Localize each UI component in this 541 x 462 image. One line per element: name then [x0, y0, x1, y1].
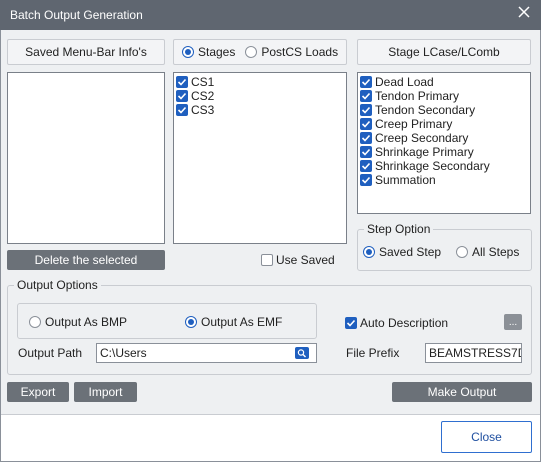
checkbox-checked[interactable]: [176, 104, 188, 116]
radio-stages-label: Stages: [198, 45, 236, 59]
saved-menu-header-label: Saved Menu-Bar Info's: [25, 45, 147, 59]
lcase-list[interactable]: Dead Load Tendon Primary Tendon Secondar…: [357, 72, 531, 214]
output-path-label: Output Path: [18, 346, 83, 360]
lcase-label: Shrinkage Primary: [375, 145, 474, 159]
checkbox-checked[interactable]: [176, 90, 188, 102]
stage-label: CS2: [191, 89, 215, 103]
export-button[interactable]: Export: [7, 382, 69, 402]
lcase-header-label: Stage LCase/LComb: [388, 45, 500, 59]
file-prefix-input[interactable]: BEAMSTRESS7D(: [425, 343, 522, 363]
radio-output-emf-indicator: [185, 316, 197, 328]
list-item[interactable]: CS1: [174, 75, 346, 89]
lcase-label: Dead Load: [375, 75, 434, 89]
radio-postcs-indicator: [245, 46, 258, 58]
delete-selected-button[interactable]: Delete the selected: [7, 250, 165, 270]
step-option-title: Step Option: [364, 222, 434, 236]
checkbox-checked[interactable]: [360, 174, 372, 186]
window-title: Batch Output Generation: [10, 8, 143, 22]
radio-postcs-loads[interactable]: PostCS Loads: [245, 45, 338, 59]
lcase-label: Creep Primary: [375, 117, 453, 131]
make-output-button[interactable]: Make Output: [392, 382, 532, 402]
radio-postcs-label: PostCS Loads: [261, 45, 339, 59]
close-icon[interactable]: [516, 6, 532, 22]
list-item[interactable]: Summation: [358, 173, 530, 187]
list-item[interactable]: CS3: [174, 103, 346, 117]
lcase-label: Shrinkage Secondary: [375, 159, 490, 173]
radio-saved-step-indicator: [363, 246, 375, 258]
stage-label: CS3: [191, 103, 215, 117]
list-item[interactable]: Tendon Secondary: [358, 103, 530, 117]
auto-description-more-button[interactable]: ...: [504, 314, 522, 330]
lcase-label: Tendon Primary: [375, 89, 460, 103]
list-item[interactable]: Dead Load: [358, 75, 530, 89]
checkbox-checked[interactable]: [360, 118, 372, 130]
output-path-value: C:\Users: [100, 346, 147, 360]
saved-menu-list[interactable]: [7, 72, 165, 244]
file-prefix-value: BEAMSTRESS7D(: [429, 346, 522, 360]
radio-output-bmp[interactable]: Output As BMP: [29, 315, 127, 329]
list-item[interactable]: CS2: [174, 89, 346, 103]
checkbox-checked[interactable]: [176, 76, 188, 88]
make-output-label: Make Output: [427, 385, 497, 399]
radio-output-emf[interactable]: Output As EMF: [185, 315, 282, 329]
dialog-body: Saved Menu-Bar Info's Stages PostCS Load…: [0, 30, 541, 462]
lcase-label: Tendon Secondary: [375, 103, 476, 117]
delete-selected-label: Delete the selected: [34, 253, 138, 267]
list-item[interactable]: Shrinkage Secondary: [358, 159, 530, 173]
close-label: Close: [471, 430, 502, 444]
checkbox-checked[interactable]: [360, 76, 372, 88]
stages-list[interactable]: CS1 CS2 CS3: [173, 72, 347, 244]
checkbox-checked[interactable]: [360, 146, 372, 158]
output-options-title: Output Options: [14, 278, 101, 292]
stage-label: CS1: [191, 75, 215, 89]
checkbox-checked[interactable]: [360, 132, 372, 144]
output-path-input[interactable]: C:\Users: [96, 343, 317, 363]
title-bar: Batch Output Generation: [0, 0, 541, 30]
stage-mode-radio-group: Stages PostCS Loads: [173, 39, 347, 65]
use-saved-label: Use Saved: [276, 253, 335, 267]
saved-menu-header-button[interactable]: Saved Menu-Bar Info's: [7, 39, 165, 65]
more-label: ...: [508, 316, 518, 328]
radio-saved-step[interactable]: Saved Step: [363, 245, 441, 259]
close-button[interactable]: Close: [441, 421, 532, 453]
lcase-label: Summation: [375, 173, 436, 187]
list-item[interactable]: Creep Secondary: [358, 131, 530, 145]
lcase-label: Creep Secondary: [375, 131, 469, 145]
list-item[interactable]: Shrinkage Primary: [358, 145, 530, 159]
radio-stages[interactable]: Stages: [182, 45, 235, 59]
list-item[interactable]: Tendon Primary: [358, 89, 530, 103]
radio-output-bmp-label: Output As BMP: [45, 315, 128, 329]
file-prefix-label: File Prefix: [346, 346, 400, 360]
radio-all-steps-indicator: [456, 246, 468, 258]
import-button[interactable]: Import: [74, 382, 137, 402]
checkbox-checked[interactable]: [345, 317, 357, 329]
folder-search-icon[interactable]: [295, 347, 309, 359]
lcase-header-button[interactable]: Stage LCase/LComb: [357, 39, 531, 65]
radio-all-steps-label: All Steps: [472, 245, 520, 259]
checkbox-checked[interactable]: [360, 90, 372, 102]
auto-description-checkbox[interactable]: Auto Description: [345, 316, 448, 330]
import-label: Import: [88, 385, 123, 399]
radio-saved-step-label: Saved Step: [379, 245, 442, 259]
use-saved-checkbox[interactable]: Use Saved: [261, 253, 335, 267]
checkbox-checked[interactable]: [360, 160, 372, 172]
checkbox-unchecked[interactable]: [261, 254, 273, 266]
list-item[interactable]: Creep Primary: [358, 117, 530, 131]
export-label: Export: [20, 385, 56, 399]
radio-all-steps[interactable]: All Steps: [456, 245, 519, 259]
checkbox-checked[interactable]: [360, 104, 372, 116]
radio-output-bmp-indicator: [29, 316, 41, 328]
radio-output-emf-label: Output As EMF: [201, 315, 283, 329]
radio-stages-indicator: [182, 46, 194, 58]
auto-description-label: Auto Description: [360, 316, 449, 330]
